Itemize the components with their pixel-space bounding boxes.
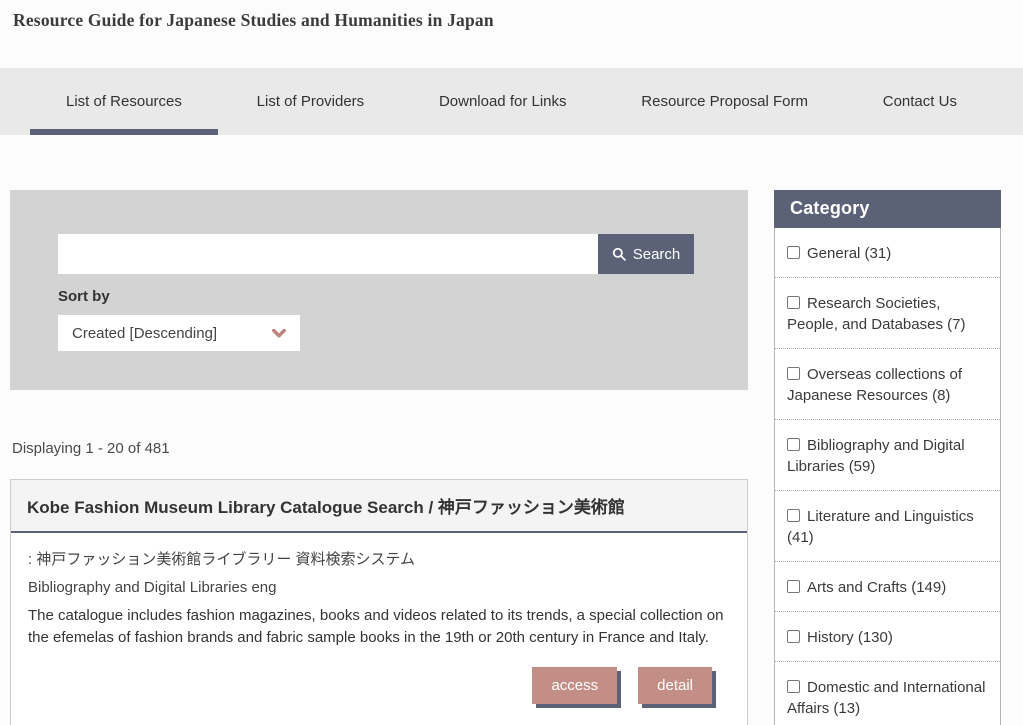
result-category-line: Bibliography and Digital Libraries eng xyxy=(28,579,730,596)
sort-by-label: Sort by xyxy=(58,288,694,305)
content-area: Search Sort by Created [Descending] Disp… xyxy=(0,190,1023,725)
access-button[interactable]: access xyxy=(532,667,617,704)
search-input[interactable] xyxy=(58,234,598,274)
tab-contact-us[interactable]: Contact Us xyxy=(847,68,993,135)
chevron-down-icon xyxy=(272,329,286,338)
search-button-label: Search xyxy=(633,246,681,263)
result-card: Kobe Fashion Museum Library Catalogue Se… xyxy=(10,479,748,725)
category-item-label: History (130) xyxy=(807,629,893,646)
result-title[interactable]: Kobe Fashion Museum Library Catalogue Se… xyxy=(11,480,747,533)
category-item-arts-crafts[interactable]: Arts and Crafts (149) xyxy=(775,562,1000,612)
checkbox-icon[interactable] xyxy=(787,680,800,693)
result-actions: access detail xyxy=(28,667,730,704)
category-item-label: Overseas collections of Japanese Resourc… xyxy=(787,366,962,404)
sort-dropdown[interactable]: Created [Descending] xyxy=(58,315,300,351)
site-header: Resource Guide for Japanese Studies and … xyxy=(0,0,1023,68)
category-item-label: Literature and Linguistics (41) xyxy=(787,508,974,546)
category-list: General (31) Research Societies, People,… xyxy=(774,228,1001,725)
tab-list-of-providers[interactable]: List of Providers xyxy=(221,68,401,135)
main-nav: List of Resources List of Providers Down… xyxy=(0,68,1023,135)
category-item-history[interactable]: History (130) xyxy=(775,612,1000,662)
result-description: The catalogue includes fashion magazines… xyxy=(28,605,730,649)
category-item-literature-linguistics[interactable]: Literature and Linguistics (41) xyxy=(775,491,1000,562)
category-item-label: Bibliography and Digital Libraries (59) xyxy=(787,437,965,475)
checkbox-icon[interactable] xyxy=(787,509,800,522)
category-item-label: Research Societies, People, and Database… xyxy=(787,295,965,333)
category-item-bibliography-digital-libraries[interactable]: Bibliography and Digital Libraries (59) xyxy=(775,420,1000,491)
main-column: Search Sort by Created [Descending] Disp… xyxy=(10,190,748,725)
result-count: Displaying 1 - 20 of 481 xyxy=(10,440,748,457)
search-button[interactable]: Search xyxy=(598,234,694,274)
category-item-label: General (31) xyxy=(807,245,891,262)
tab-resource-proposal-form[interactable]: Resource Proposal Form xyxy=(605,68,844,135)
result-subtitle: : 神戸ファッション美術館ライブラリー 資料検索システム xyxy=(28,548,730,569)
checkbox-icon[interactable] xyxy=(787,246,800,259)
category-item-overseas-collections[interactable]: Overseas collections of Japanese Resourc… xyxy=(775,349,1000,420)
detail-button[interactable]: detail xyxy=(638,667,712,704)
category-header: Category xyxy=(774,190,1001,228)
category-item-domestic-international-affairs[interactable]: Domestic and International Affairs (13) xyxy=(775,662,1000,725)
category-item-label: Arts and Crafts (149) xyxy=(807,579,946,596)
search-panel: Search Sort by Created [Descending] xyxy=(10,190,748,390)
checkbox-icon[interactable] xyxy=(787,580,800,593)
checkbox-icon[interactable] xyxy=(787,367,800,380)
tab-download-for-links[interactable]: Download for Links xyxy=(403,68,603,135)
category-item-research-societies[interactable]: Research Societies, People, and Database… xyxy=(775,278,1000,349)
checkbox-icon[interactable] xyxy=(787,296,800,309)
search-icon xyxy=(612,247,626,261)
checkbox-icon[interactable] xyxy=(787,438,800,451)
category-sidebar: Category General (31) Research Societies… xyxy=(774,190,1001,725)
category-item-label: Domestic and International Affairs (13) xyxy=(787,679,985,717)
checkbox-icon[interactable] xyxy=(787,630,800,643)
tab-list-of-resources[interactable]: List of Resources xyxy=(30,68,218,135)
result-body: : 神戸ファッション美術館ライブラリー 資料検索システム Bibliograph… xyxy=(11,533,747,725)
sort-dropdown-value: Created [Descending] xyxy=(72,325,217,342)
search-row: Search xyxy=(58,234,694,274)
category-item-general[interactable]: General (31) xyxy=(775,228,1000,278)
page-title: Resource Guide for Japanese Studies and … xyxy=(13,10,1023,31)
